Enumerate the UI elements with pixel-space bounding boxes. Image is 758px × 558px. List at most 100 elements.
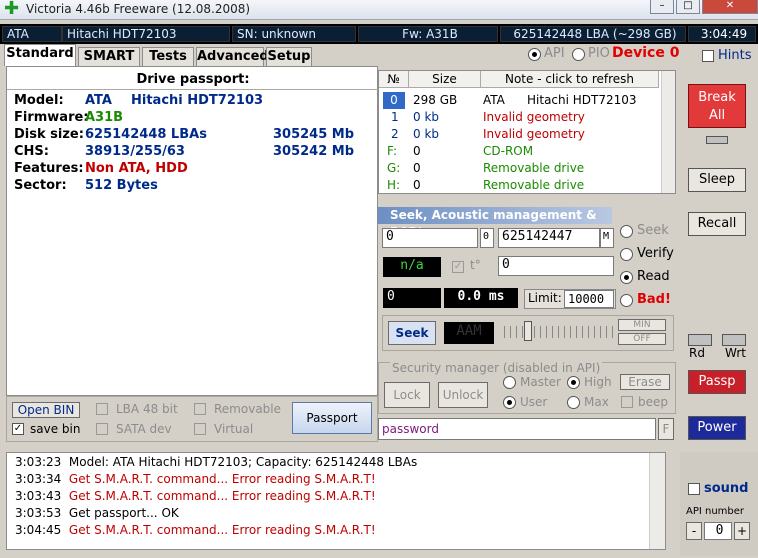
seek-mode-radio[interactable]	[620, 225, 633, 238]
status-fw: Fw: A31B	[358, 26, 498, 42]
maximize-button[interactable]: □	[676, 0, 700, 14]
beep-checkbox[interactable]	[621, 396, 633, 408]
sound-checkbox[interactable]	[688, 483, 700, 495]
sound-label: sound	[704, 481, 749, 496]
read-mode-radio[interactable]	[620, 271, 633, 284]
recall-button[interactable]: Recall	[688, 212, 746, 236]
removable-checkbox[interactable]	[194, 403, 206, 415]
api-radio[interactable]	[528, 48, 541, 61]
api-number-input[interactable]: 0	[704, 522, 732, 540]
passport-label: Model:	[14, 93, 64, 108]
aam-slider-thumb[interactable]	[524, 321, 532, 341]
log-line: 3:03:34 Get S.M.A.R.T. command... Error …	[15, 472, 376, 486]
drive-row[interactable]: H: 0 Removable drive	[379, 177, 659, 194]
tab-setup[interactable]: Setup	[266, 47, 312, 66]
seek-start-suffix[interactable]: 0	[480, 228, 494, 248]
drivelist-scrollbar[interactable]	[661, 71, 675, 193]
lba48-checkbox[interactable]	[96, 403, 108, 415]
read-mode-label: Read	[637, 269, 670, 284]
passport-label: Disk size:	[14, 127, 84, 142]
app-cross-icon: ✚	[4, 0, 20, 19]
passport-value: 512 Bytes	[85, 178, 158, 193]
tab-tests[interactable]: Tests	[142, 47, 194, 66]
hints-checkbox[interactable]	[702, 50, 714, 62]
drivelist-col-number[interactable]: №	[379, 71, 409, 88]
tab-smart[interactable]: SMART	[78, 47, 140, 66]
seek-start-input[interactable]: 0	[382, 228, 478, 248]
rd-label: Rd	[689, 346, 705, 360]
password-input[interactable]: password	[378, 418, 656, 440]
status-clock: 3:04:49	[688, 26, 756, 42]
aam-min-button[interactable]: MIN	[618, 319, 666, 331]
break-all-button[interactable]: Break All	[688, 84, 746, 128]
passport-value: ATA	[85, 93, 112, 108]
passport-label: Firmware:	[14, 110, 89, 125]
unlock-button[interactable]: Unlock	[438, 382, 488, 408]
passport-button[interactable]: Passport	[292, 402, 372, 434]
lba48-label: LBA 48 bit	[116, 402, 178, 416]
virtual-checkbox[interactable]	[194, 423, 206, 435]
passport-label: Features:	[14, 161, 84, 176]
aam-off-button[interactable]: OFF	[618, 333, 666, 345]
device-label[interactable]: Device 0	[612, 45, 679, 61]
seek-field-input[interactable]: 0	[498, 256, 614, 276]
rd-indicator	[688, 334, 712, 346]
passport-value: 305242 Mb	[273, 144, 355, 159]
beep-label: beep	[638, 395, 668, 409]
seek-panel-title: Seek, Acoustic management & BAD'er	[378, 207, 612, 239]
status-sn: SN: unknown	[232, 26, 356, 42]
save-bin-checkbox[interactable]: ✓	[12, 423, 24, 435]
drive-row[interactable]: G: 0 Removable drive	[379, 160, 659, 177]
max-label: Max	[584, 395, 609, 409]
aam-slider[interactable]	[504, 326, 614, 338]
drive-row[interactable]: F: 0 CD-ROM	[379, 143, 659, 160]
open-bin-button[interactable]: Open BIN	[12, 402, 80, 418]
power-button[interactable]: Power	[688, 416, 746, 440]
minimize-button[interactable]: –	[650, 0, 674, 14]
status-lba: 625142448 LBA (~298 GB)	[500, 26, 686, 42]
close-button[interactable]: ✕	[702, 0, 758, 14]
api-number-decrement[interactable]: -	[686, 522, 702, 540]
position-display: 0	[383, 288, 441, 308]
seek-end-input[interactable]: 625142447	[498, 228, 600, 248]
tab-standard[interactable]: Standard	[4, 44, 76, 66]
drive-row[interactable]: 2 0 kb Invalid geometry	[379, 126, 659, 143]
master-radio[interactable]	[503, 376, 516, 389]
drive-list: № Size Note - click to refresh 0 298 GB …	[378, 70, 676, 194]
limit-label: Limit:	[528, 291, 562, 305]
tab-advanced[interactable]: Advanced	[196, 47, 269, 66]
passp-button[interactable]: Passp	[688, 370, 746, 394]
passport-value: A31B	[85, 110, 124, 125]
high-radio[interactable]	[567, 376, 580, 389]
break-indicator	[706, 136, 728, 144]
drive-row[interactable]: 0 298 GB ATA Hitachi HDT72103	[379, 92, 659, 109]
drivelist-col-note[interactable]: Note - click to refresh	[481, 71, 659, 88]
limit-input[interactable]: 10000	[564, 290, 614, 308]
verify-mode-radio[interactable]	[620, 248, 633, 261]
temperature-label: t°	[470, 258, 481, 272]
lock-button[interactable]: Lock	[384, 382, 430, 408]
bad-mode-label: Bad!	[637, 292, 671, 307]
verify-mode-label: Verify	[637, 246, 674, 261]
api-number-increment[interactable]: +	[734, 522, 750, 540]
max-radio[interactable]	[567, 396, 580, 409]
password-f-button[interactable]: F	[658, 418, 674, 440]
erase-button[interactable]: Erase	[620, 374, 670, 390]
log-scrollbar[interactable]	[649, 453, 665, 549]
drivelist-col-size[interactable]: Size	[409, 71, 481, 88]
log-line: 3:03:23 Model: ATA Hitachi HDT72103; Cap…	[15, 455, 418, 469]
seek-button[interactable]: Seek	[388, 321, 436, 345]
passport-value: Non ATA, HDD	[85, 161, 188, 176]
log-line: 3:03:53 Get passport... OK	[15, 506, 179, 520]
temperature-display: n/a	[383, 257, 441, 277]
user-radio[interactable]	[503, 396, 516, 409]
bad-mode-radio[interactable]	[620, 294, 633, 307]
drive-row[interactable]: 1 0 kb Invalid geometry	[379, 109, 659, 126]
temperature-checkbox[interactable]: ✓	[452, 261, 464, 273]
sata-checkbox[interactable]	[96, 423, 108, 435]
pio-radio[interactable]	[572, 48, 585, 61]
pio-label: PIO	[588, 46, 610, 61]
security-title: Security manager (disabled in API)	[390, 361, 603, 375]
sleep-button[interactable]: Sleep	[688, 168, 746, 192]
seek-end-suffix[interactable]: M	[600, 228, 614, 248]
